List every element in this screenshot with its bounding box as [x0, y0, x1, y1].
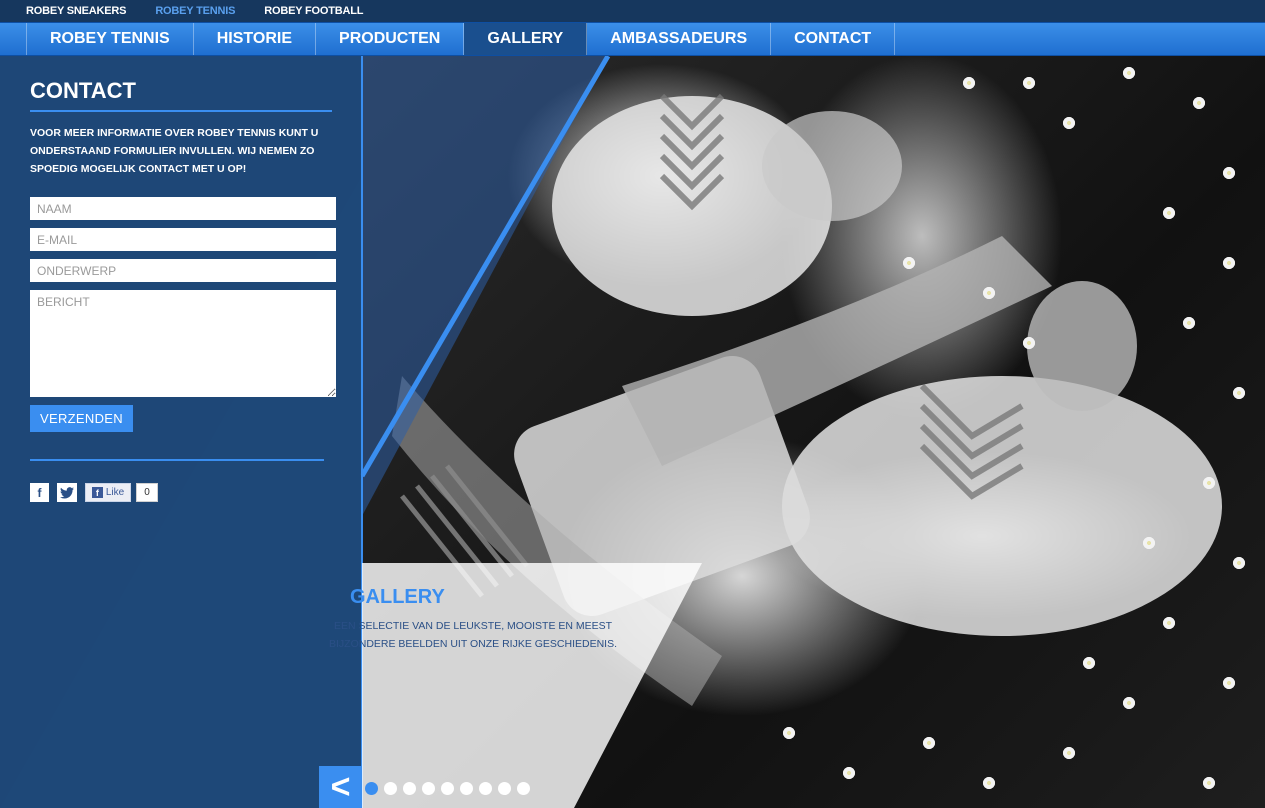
slide-dot[interactable]	[479, 782, 492, 795]
nav-item-robey-tennis[interactable]: ROBEY TENNIS	[26, 23, 194, 55]
twitter-icon[interactable]	[57, 483, 77, 502]
divider	[30, 459, 324, 461]
email-field[interactable]	[30, 228, 336, 251]
divider	[30, 110, 332, 112]
slide-dot[interactable]	[517, 782, 530, 795]
like-label: Like	[105, 487, 125, 498]
previous-slide-button[interactable]: <	[319, 766, 362, 808]
slide-dot[interactable]	[460, 782, 473, 795]
chevron-left-icon: <	[330, 767, 351, 806]
nav-item-ambassadeurs[interactable]: AMBASSADEURS	[587, 23, 772, 55]
slide-dot[interactable]	[498, 782, 511, 795]
slide-dot[interactable]	[422, 782, 435, 795]
gallery-title: GALLERY	[350, 586, 445, 608]
slide-dot[interactable]	[441, 782, 454, 795]
slider-pagination	[365, 782, 530, 795]
brand-bar: ROBEY SNEAKERS ROBEY TENNIS ROBEY FOOTBA…	[0, 0, 1265, 22]
submit-button[interactable]: VERZENDEN	[30, 405, 133, 432]
contact-title: CONTACT	[30, 78, 136, 103]
gallery-description: EEN SELECTIE VAN DE LEUKSTE, MOOISTE EN …	[328, 620, 618, 650]
subject-field[interactable]	[30, 259, 336, 282]
slide-dot[interactable]	[384, 782, 397, 795]
brand-link-tennis[interactable]: ROBEY TENNIS	[155, 5, 235, 17]
facebook-icon[interactable]: f	[30, 483, 49, 502]
facebook-small-icon: f	[91, 487, 103, 498]
name-field[interactable]	[30, 197, 336, 220]
brand-link-sneakers[interactable]: ROBEY SNEAKERS	[26, 5, 127, 17]
slide-dot[interactable]	[365, 782, 378, 795]
message-field[interactable]	[30, 290, 336, 397]
main-nav: ROBEY TENNIS HISTORIE PRODUCTEN GALLERY …	[0, 22, 1265, 56]
nav-item-gallery[interactable]: GALLERY	[464, 23, 588, 55]
nav-item-contact[interactable]: CONTACT	[771, 23, 896, 55]
nav-item-producten[interactable]: PRODUCTEN	[316, 23, 465, 55]
twitter-bird-icon	[60, 486, 74, 499]
contact-intro: VOOR MEER INFORMATIE OVER ROBEY TENNIS K…	[30, 127, 319, 175]
brand-link-football[interactable]: ROBEY FOOTBALL	[264, 5, 363, 17]
slide-dot[interactable]	[403, 782, 416, 795]
facebook-like-button[interactable]: f Like	[85, 483, 131, 502]
like-count: 0	[136, 483, 158, 502]
nav-item-historie[interactable]: HISTORIE	[194, 23, 317, 55]
